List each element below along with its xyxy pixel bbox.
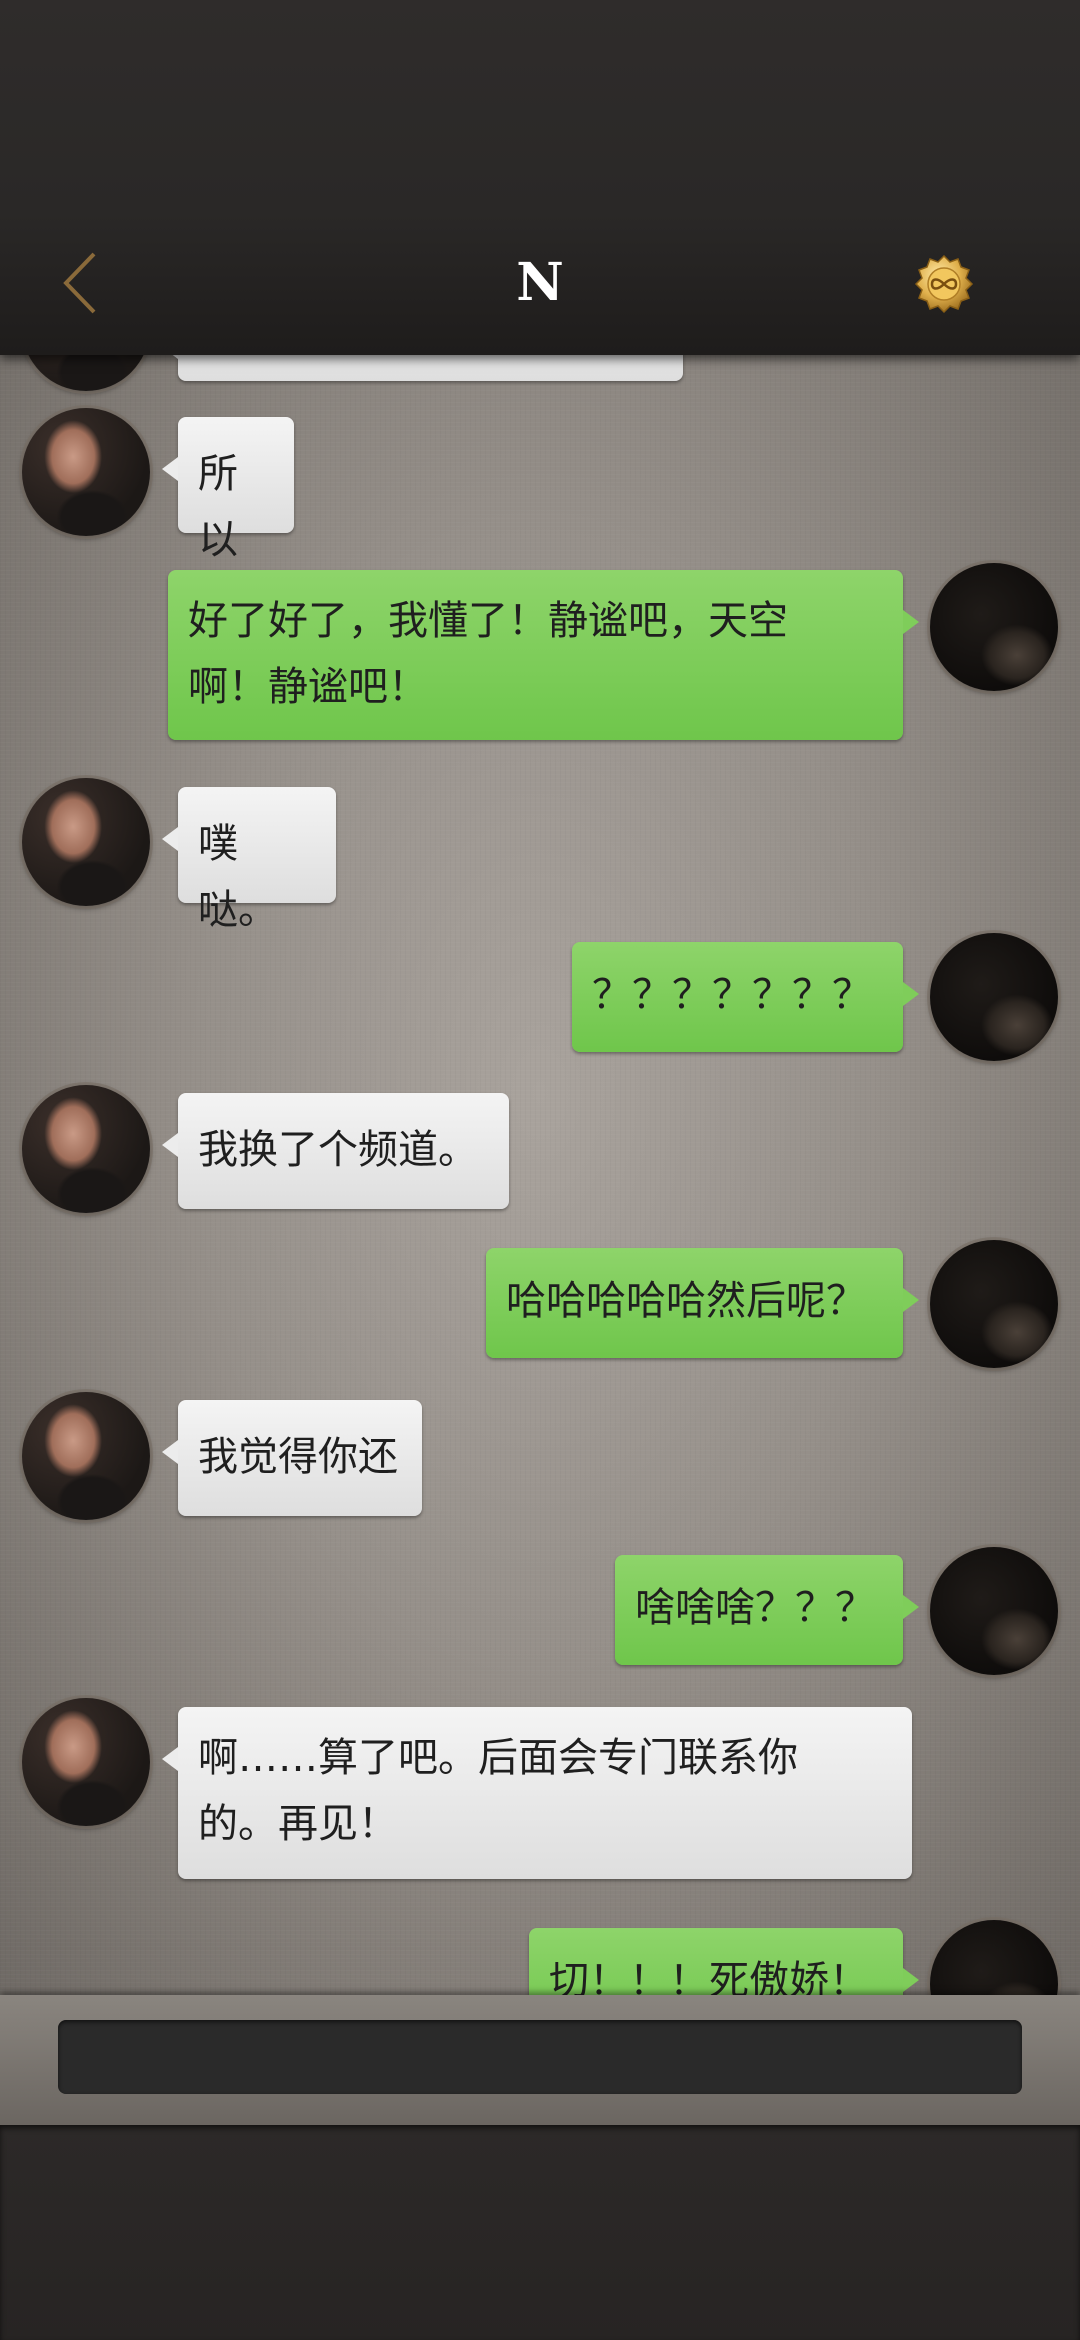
message-input[interactable] xyxy=(58,2020,1022,2094)
received-message-bubble[interactable]: 噗哒。 xyxy=(162,787,336,933)
message-input-bar xyxy=(0,1995,1080,2125)
sent-message-bubble[interactable]: 切！！！死傲娇！ xyxy=(529,1928,919,1995)
infinity-coin-icon[interactable] xyxy=(914,254,974,314)
contact-avatar[interactable] xyxy=(22,1085,150,1213)
user-avatar[interactable] xyxy=(930,1920,1058,1995)
user-avatar[interactable] xyxy=(930,933,1058,1061)
contact-avatar[interactable] xyxy=(22,1392,150,1520)
bottom-panel xyxy=(0,2125,1080,2340)
sent-message-bubble[interactable]: 哈哈哈哈哈然后呢？ xyxy=(486,1248,919,1358)
user-avatar[interactable] xyxy=(930,563,1058,691)
contact-avatar[interactable] xyxy=(22,1698,150,1826)
user-avatar[interactable] xyxy=(930,1547,1058,1675)
received-message-bubble[interactable]: 所以 xyxy=(162,417,294,563)
chat-message-list[interactable]: 所以 好了好了，我懂了！静谧吧，天空 啊！静谧吧！ 噗哒。 ？？？？？？？ 我换… xyxy=(0,355,1080,1995)
contact-avatar[interactable] xyxy=(22,355,150,391)
sent-message-bubble[interactable]: ？？？？？？？ xyxy=(572,942,919,1052)
received-message-bubble[interactable]: 我觉得你还 xyxy=(162,1400,422,1516)
received-message-bubble[interactable]: 啊……算了吧。后面会专门联系你 的。再见！ xyxy=(162,1707,912,1879)
sent-message-bubble[interactable]: 好了好了，我懂了！静谧吧，天空 啊！静谧吧！ xyxy=(168,570,919,740)
contact-avatar[interactable] xyxy=(22,408,150,536)
received-message-bubble[interactable]: 我换了个频道。 xyxy=(162,1093,509,1209)
top-navigation-bar: N xyxy=(0,0,1080,355)
received-message-bubble[interactable] xyxy=(162,355,683,381)
user-avatar[interactable] xyxy=(930,1240,1058,1368)
contact-avatar[interactable] xyxy=(22,778,150,906)
sent-message-bubble[interactable]: 啥啥啥？？？ xyxy=(615,1555,919,1665)
back-arrow-icon[interactable] xyxy=(58,248,106,318)
